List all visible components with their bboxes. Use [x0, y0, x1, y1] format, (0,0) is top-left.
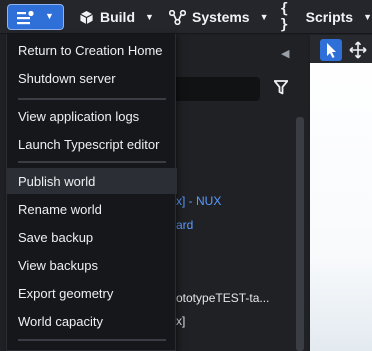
menu-divider [18, 339, 166, 341]
pointer-icon [327, 43, 336, 58]
tree-item-text[interactable]: ototypeTEST-ta... [176, 291, 269, 305]
collapse-left-icon[interactable]: ◀ [281, 47, 289, 60]
top-toolbar: ▼ Build ▼ Systems ▼ { } Scripts ▼ [0, 0, 372, 34]
menu-item-view-application-logs[interactable]: View application logs [7, 103, 177, 129]
braces-icon: { } [280, 1, 289, 33]
filter-icon[interactable] [274, 80, 288, 95]
panel-scrollbar[interactable] [296, 117, 304, 351]
systems-icon [169, 9, 186, 25]
select-tool-button[interactable] [320, 39, 342, 61]
menu-divider [18, 98, 166, 100]
menu-item-export-geometry[interactable]: Export geometry [7, 280, 177, 306]
scripts-label: Scripts [305, 9, 354, 25]
cube-icon [80, 10, 93, 24]
chevron-down-icon: ▼ [45, 11, 54, 21]
menu-item-view-backups[interactable]: View backups [7, 252, 177, 278]
chevron-down-icon: ▼ [259, 12, 269, 22]
tree-item-text[interactable]: x] - NUX [176, 194, 221, 208]
move-icon[interactable] [349, 41, 367, 59]
tree-item-text[interactable]: ard [176, 218, 193, 232]
main-menu-dropdown: Return to Creation Home Shutdown server … [6, 34, 177, 351]
menu-item-rename-world[interactable]: Rename world [7, 196, 177, 222]
main-menu-button[interactable]: ▼ [7, 4, 64, 30]
scene-viewport[interactable] [310, 35, 372, 351]
menu-item-publish-world[interactable]: Publish world [7, 168, 177, 194]
menu-item-launch-typescript-editor[interactable]: Launch Typescript editor [7, 131, 177, 157]
menu-item-world-capacity[interactable]: World capacity [7, 308, 177, 334]
menu-item-return-to-creation-home[interactable]: Return to Creation Home [7, 37, 177, 63]
menu-icon [17, 11, 34, 25]
systems-label: Systems [192, 9, 250, 25]
menu-divider [18, 161, 166, 163]
menu-item-shutdown-server[interactable]: Shutdown server [7, 65, 177, 91]
build-menu-button[interactable]: Build ▼ [79, 0, 154, 34]
chevron-down-icon: ▼ [145, 12, 154, 22]
menu-item-save-backup[interactable]: Save backup [7, 224, 177, 250]
systems-menu-button[interactable]: Systems ▼ [169, 0, 269, 34]
build-label: Build [100, 9, 135, 25]
tree-item-text[interactable]: x] [176, 314, 185, 328]
scripts-menu-button[interactable]: { } Scripts ▼ [280, 0, 372, 34]
chevron-down-icon: ▼ [363, 12, 372, 22]
